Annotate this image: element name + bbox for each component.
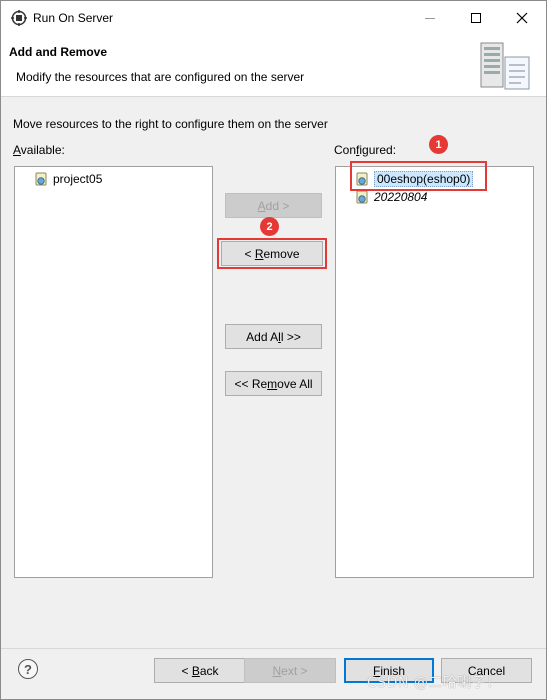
minimize-button[interactable] <box>407 1 453 35</box>
close-icon <box>516 12 528 24</box>
help-icon[interactable]: ? <box>18 659 38 679</box>
next-button[interactable]: Next > <box>244 658 336 683</box>
close-button[interactable] <box>499 1 545 35</box>
window-title: Run On Server <box>33 11 114 25</box>
mnemonic: N <box>272 663 282 678</box>
web-module-icon <box>35 172 47 186</box>
mnemonic: A <box>257 198 266 213</box>
mnemonic: m <box>267 376 278 391</box>
mnemonic: B <box>191 663 200 678</box>
server-wizard-banner-icon <box>480 42 530 90</box>
button-text: Add A <box>246 329 279 344</box>
configured-label: Configured: <box>334 143 396 157</box>
configured-list[interactable]: 00eshop(eshop0) 20220804 <box>335 166 534 578</box>
list-item[interactable]: project05 <box>34 170 102 188</box>
button-text: ove All <box>277 376 313 391</box>
watermark: CSDN @二哈喇子！ <box>367 675 501 691</box>
mnemonic: A <box>13 143 21 157</box>
available-label: Available: <box>13 143 65 157</box>
button-text: ack <box>199 663 219 678</box>
back-button[interactable]: < Back <box>154 658 246 683</box>
button-text: dd > <box>265 198 290 213</box>
button-text: < <box>181 663 192 678</box>
annotation-badge-1: 1 <box>429 135 448 154</box>
remove-button-highlight <box>217 238 327 269</box>
add-button[interactable]: Add > <box>225 193 322 218</box>
available-label-text: vailable: <box>20 143 65 157</box>
minimize-icon <box>425 17 435 19</box>
add-all-button[interactable]: Add All >> <box>225 324 322 349</box>
run-on-server-dialog: Run On Server Add and Remove Modify the … <box>0 0 547 700</box>
wizard-header: Add and Remove Modify the resources that… <box>1 35 546 97</box>
available-list[interactable]: project05 <box>14 166 213 578</box>
button-text: l >> <box>280 329 301 344</box>
button-text: << Re <box>234 376 268 391</box>
configured-item-highlight <box>350 161 487 191</box>
page-description: Modify the resources that are configured… <box>16 70 305 84</box>
item-label: 20220804 <box>374 190 428 204</box>
button-text: ext > <box>281 663 308 678</box>
annotation-badge-2: 2 <box>260 217 279 236</box>
web-module-icon <box>356 190 368 204</box>
run-on-server-icon <box>11 10 27 26</box>
item-label: project05 <box>53 172 103 186</box>
configured-label-text: Con <box>334 143 357 157</box>
maximize-button[interactable] <box>453 1 499 35</box>
footer-separator <box>1 648 546 649</box>
configured-label-text: igured: <box>359 143 397 157</box>
page-title: Add and Remove <box>9 45 108 59</box>
maximize-icon <box>471 13 481 23</box>
title-bar: Run On Server <box>1 1 546 35</box>
remove-all-button[interactable]: << Re m ove All <box>225 371 322 396</box>
instructions-text: Move resources to the right to configure… <box>13 117 328 131</box>
